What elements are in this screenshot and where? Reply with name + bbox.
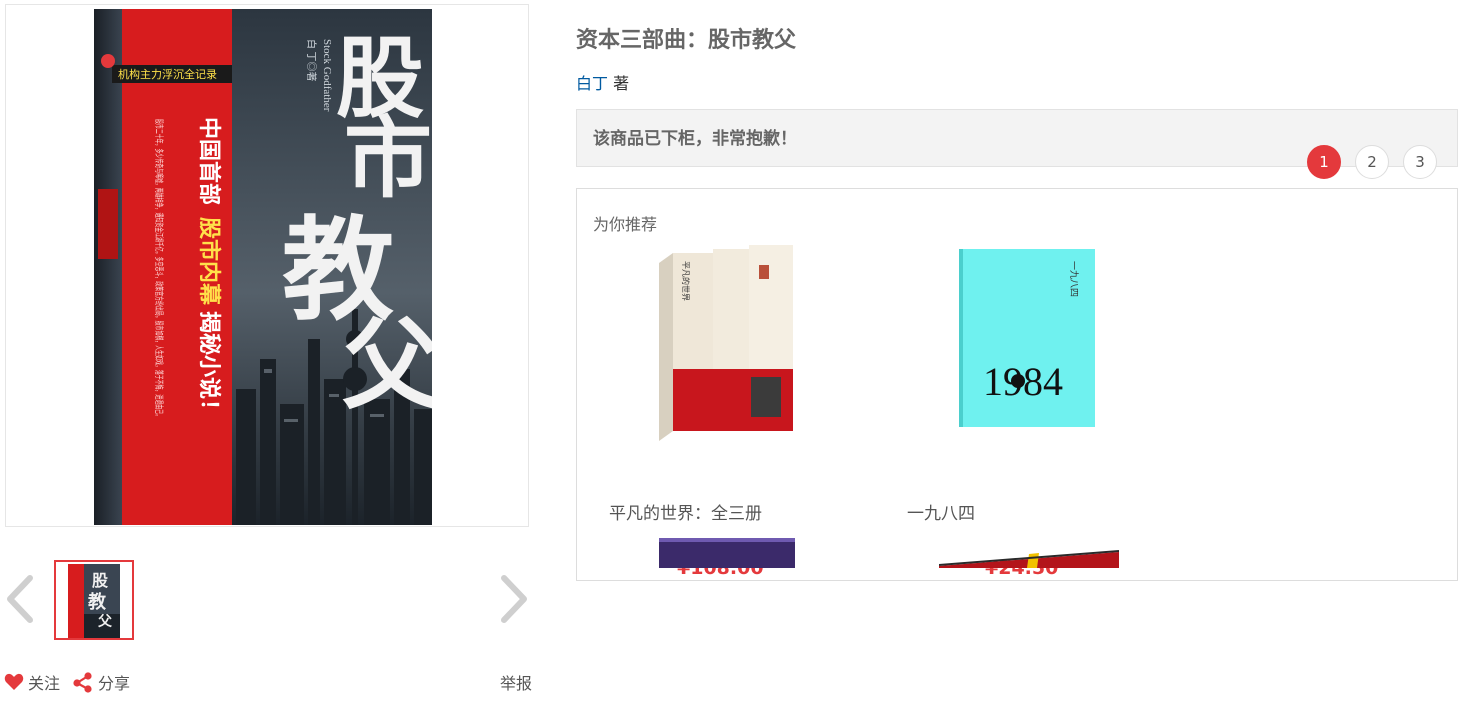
pager-page-3[interactable]: 3: [1403, 145, 1437, 179]
svg-text:教: 教: [88, 591, 107, 613]
cover-blurb: 股市二十年，多少传奇与唏嘘，两雄相争，遇知资金江湖千亿。多空恶斗，政策官方纷出局…: [154, 119, 165, 419]
chevron-left-icon: [7, 575, 33, 623]
author-link[interactable]: 白丁: [576, 74, 608, 93]
chevron-right-icon: [501, 575, 527, 623]
follow-label: 关注: [28, 674, 61, 693]
recommend-item-image: [659, 538, 795, 568]
cover-headline-2: 股市内幕: [197, 217, 222, 306]
recommend-item-image: 一九八四 1984: [959, 249, 1095, 427]
svg-text:父: 父: [342, 308, 432, 423]
cover-author-line: 白 丁◎著: [305, 39, 318, 82]
svg-text:股: 股: [92, 571, 109, 590]
recommend-pager: 1 2 3: [1307, 145, 1437, 179]
heart-icon: [4, 673, 24, 690]
recommend-item-name[interactable]: 一九八四: [907, 499, 975, 524]
svg-text:父: 父: [97, 614, 113, 630]
follow-button[interactable]: 关注: [4, 670, 60, 694]
share-icon: [73, 672, 92, 693]
recommend-cover-text: 平凡的世界: [681, 261, 691, 301]
cover-english-title: Stock Godfather: [321, 39, 333, 112]
recommend-item-peek[interactable]: [659, 538, 795, 568]
recommend-heading: 为你推荐: [593, 215, 658, 234]
share-button[interactable]: 分享: [72, 670, 130, 694]
thumbnail-prev-button[interactable]: [0, 572, 40, 626]
thumbnail-item[interactable]: 股 教 父: [54, 560, 134, 640]
recommend-item-name[interactable]: 平凡的世界：全三册: [609, 499, 762, 524]
share-label: 分享: [98, 674, 131, 693]
recommend-item-peek[interactable]: [939, 538, 1119, 568]
product-title: 资本三部曲：股市教父: [576, 28, 797, 53]
thumbnail-next-button[interactable]: [494, 572, 534, 626]
recommend-panel: 为你推荐 平凡的世界 平凡的世界：全三册 ¥108.00 一九八四 1984: [576, 188, 1458, 581]
report-label: 举报: [499, 674, 532, 693]
main-image-box: 机构主力浮沉全记录 股 市 教 父 Stock Godfather 白 丁◎著 …: [5, 4, 529, 527]
svg-text:市: 市: [344, 106, 432, 210]
recommend-cover-sub: 一九八四: [1069, 261, 1079, 297]
cover-tag-text: 机构主力浮沉全记录: [118, 67, 217, 81]
book-cover-image: 机构主力浮沉全记录 股 市 教 父 Stock Godfather 白 丁◎著 …: [94, 9, 432, 525]
product-author: 白丁 著: [576, 70, 629, 94]
cover-headline-1: 中国首部: [197, 117, 222, 205]
recommend-item-image: 平凡的世界: [659, 245, 793, 441]
pager-page-1[interactable]: 1: [1307, 145, 1341, 179]
recommend-item-image: [939, 550, 1119, 568]
report-link[interactable]: 举报: [500, 670, 532, 694]
author-role: 著: [613, 74, 630, 93]
recommend-item[interactable]: 一九八四 1984 一九八四 ¥24.50: [907, 241, 1147, 580]
pager-page-2[interactable]: 2: [1355, 145, 1389, 179]
recommend-item[interactable]: 平凡的世界 平凡的世界：全三册 ¥108.00: [607, 241, 847, 580]
thumbnail-cover-image: 股 教 父: [68, 564, 120, 638]
product-actions: 关注 分享 举报: [4, 670, 532, 694]
cover-headline-3: 揭秘小说！: [197, 311, 222, 421]
